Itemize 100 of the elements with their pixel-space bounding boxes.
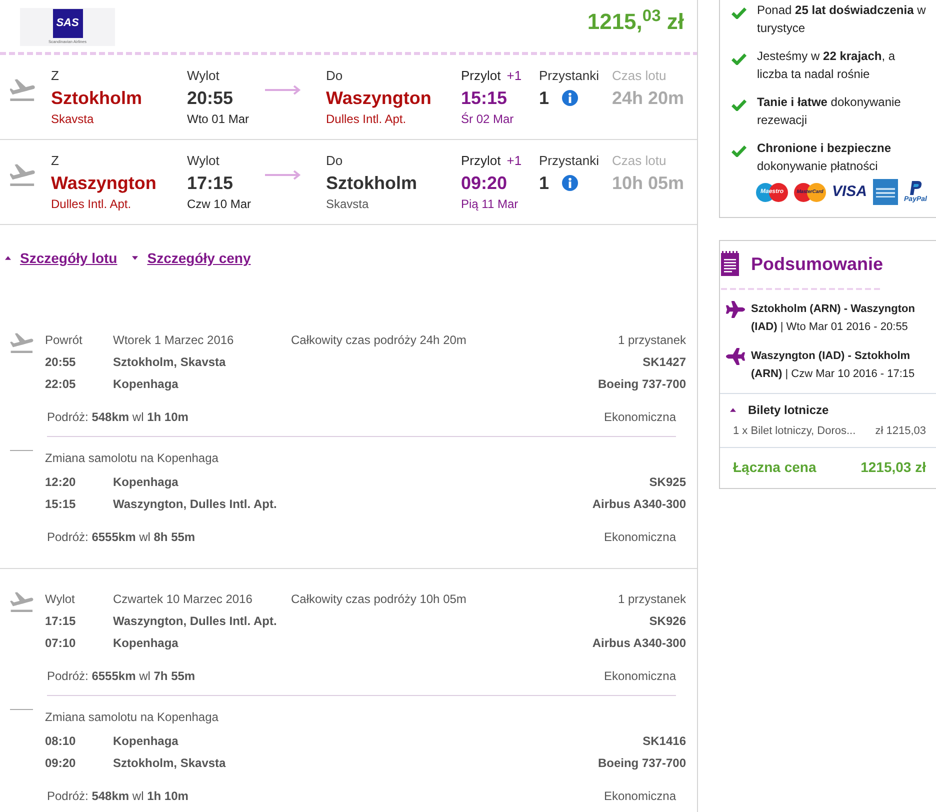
flight-number: SK1416 (642, 733, 686, 750)
check-icon (731, 145, 747, 157)
plane-takeoff-icon (10, 79, 35, 101)
trip-info: Podróż: 6555km wl 7h 55m (47, 668, 196, 685)
logo-mark: SAS (52, 9, 82, 38)
stops-summary: 1 przystanek (618, 591, 686, 608)
total-price: 1215,03 zł (860, 458, 926, 476)
flight-number: SK926 (649, 613, 686, 630)
segment-time: 15:15 (45, 496, 77, 513)
column-label: Do (326, 153, 344, 169)
day-offset: +1 (506, 68, 522, 84)
column-label: Czas lotu (612, 68, 668, 84)
flight-number: SK925 (649, 474, 686, 491)
departure-date: Czw 10 Mar (187, 196, 252, 212)
column-label: Z (51, 68, 60, 84)
stops-summary: 1 przystanek (618, 332, 686, 349)
tickets-heading[interactable]: Bilety lotnicze (748, 401, 829, 419)
plane-change-note: Zmiana samolotu na Kopenhaga (45, 709, 218, 726)
benefit-text: Tanie i łatwe dokonywanie rezewacji (757, 94, 902, 129)
segment-time: 12:20 (45, 474, 77, 491)
plane-icon (726, 301, 745, 318)
arrival-time: 15:15 (461, 87, 508, 110)
info-icon[interactable] (562, 90, 578, 106)
city-name: Sztokholm (326, 172, 418, 195)
plane-change-note: Zmiana samolotu na Kopenhaga (45, 450, 218, 467)
payment-logo: VISA (832, 183, 868, 201)
column-label: Przylot (461, 153, 501, 169)
stops-count: 1 (539, 172, 550, 195)
aircraft-type: Airbus A340-300 (592, 635, 686, 652)
column-label: Do (326, 68, 344, 84)
details-link[interactable]: Szczegóły ceny (147, 249, 251, 267)
price: 1215,$^{03}$ zł (587, 9, 684, 35)
flight-duration: 10h 05m (612, 172, 686, 195)
column-label: Z (51, 153, 60, 169)
segment-place: Sztokholm, Skavsta (113, 755, 227, 772)
segment-place: Kopenhaga (113, 635, 180, 652)
ticket-price: zł 1215,03 (875, 424, 926, 439)
segment-place: Waszyngton, Dulles Intl. Apt. (113, 496, 278, 513)
column-label: Przylot (461, 68, 501, 84)
departure-time: 20:55 (187, 87, 234, 110)
check-icon (731, 53, 747, 65)
segment-time: 20:55 (45, 354, 77, 371)
trip-info: Podróż: 6555km wl 8h 55m (47, 529, 196, 546)
arrival-time: 09:20 (461, 172, 508, 195)
segment-place: Waszyngton, Dulles Intl. Apt. (113, 613, 278, 630)
leg-type: Wylot (45, 591, 76, 608)
aircraft-type: Airbus A340-300 (592, 496, 686, 513)
summary-flight: Sztokholm (ARN) - Waszyngton (IAD) | Wto Mar 01 2016 - 20:55 (751, 302, 916, 335)
airport-name: Skavsta (326, 196, 370, 212)
leg-date: Czwartek 10 Marzec 2016 (113, 591, 254, 608)
column-label: Wylot (187, 153, 220, 169)
check-icon (731, 99, 747, 111)
trip-info: Podróż: 548km wl 1h 10m (47, 788, 190, 805)
cabin-class: Ekonomiczna (604, 529, 676, 546)
plane-takeoff-icon (10, 164, 35, 186)
trip-info: Podróż: 548km wl 1h 10m (47, 409, 190, 426)
city-name: Waszyngton (326, 87, 432, 110)
flight-duration: 24h 20m (612, 87, 686, 110)
total-travel-time: Całkowity czas podróży 24h 20m (291, 332, 468, 349)
summary-title: Podsumowanie (751, 252, 884, 276)
plane-icon (726, 348, 745, 365)
ticket-description: 1 x Bilet lotniczy, Doros... (733, 424, 856, 439)
benefit-text: Chronione i bezpieczne dokonywanie płatności (757, 140, 892, 175)
segment-place: Kopenhaga (113, 733, 180, 750)
departure-time: 17:15 (187, 172, 234, 195)
benefit-text: Ponad 25 lat doświadczenia w turystyce (757, 2, 927, 37)
segment-place: Kopenhaga (113, 474, 180, 491)
check-icon (731, 7, 747, 19)
day-offset: +1 (506, 153, 522, 169)
airport-name: Dulles Intl. Apt. (51, 196, 132, 212)
flight-number: SK1427 (642, 354, 686, 371)
total-label: Łączna cena (733, 458, 816, 477)
aircraft-type: Boeing 737-700 (598, 376, 686, 393)
segment-time: 17:15 (45, 613, 77, 630)
summary-flight: Waszyngton (IAD) - Sztokholm (ARN) | Czw Mar 10 2016 - 17:15 (751, 349, 916, 382)
arrow-icon (265, 170, 301, 180)
arrow-icon (265, 85, 301, 95)
benefit-text: Jesteśmy w 22 krajach, a liczba ta nadal rośnie (757, 48, 896, 83)
column-label: Czas lotu (612, 153, 668, 169)
plane-takeoff-icon (10, 592, 34, 612)
segment-place: Sztokholm, Skavsta (113, 354, 227, 371)
total-travel-time: Całkowity czas podróży 10h 05m (291, 591, 468, 608)
details-link[interactable]: Szczegóły lotu (20, 249, 118, 267)
arrival-date: Pią 11 Mar (461, 196, 520, 212)
column-label: Przystanki (539, 153, 600, 169)
column-label: Wylot (187, 68, 220, 84)
segment-time: 09:20 (45, 755, 77, 772)
airport-name: Dulles Intl. Apt. (326, 111, 408, 127)
city-name: Waszyngton (51, 172, 158, 195)
aircraft-type: Boeing 737-700 (598, 755, 686, 772)
dash-icon (10, 450, 33, 451)
arrival-date: Śr 02 Mar (461, 111, 515, 127)
cabin-class: Ekonomiczna (604, 409, 676, 426)
leg-date: Wtorek 1 Marzec 2016 (113, 332, 235, 349)
segment-time: 08:10 (45, 733, 77, 750)
leg-type: Powrót (45, 332, 84, 349)
segment-place: Kopenhaga (113, 376, 180, 393)
info-icon[interactable] (562, 175, 578, 191)
plane-takeoff-icon (10, 333, 34, 353)
segment-time: 07:10 (45, 635, 77, 652)
